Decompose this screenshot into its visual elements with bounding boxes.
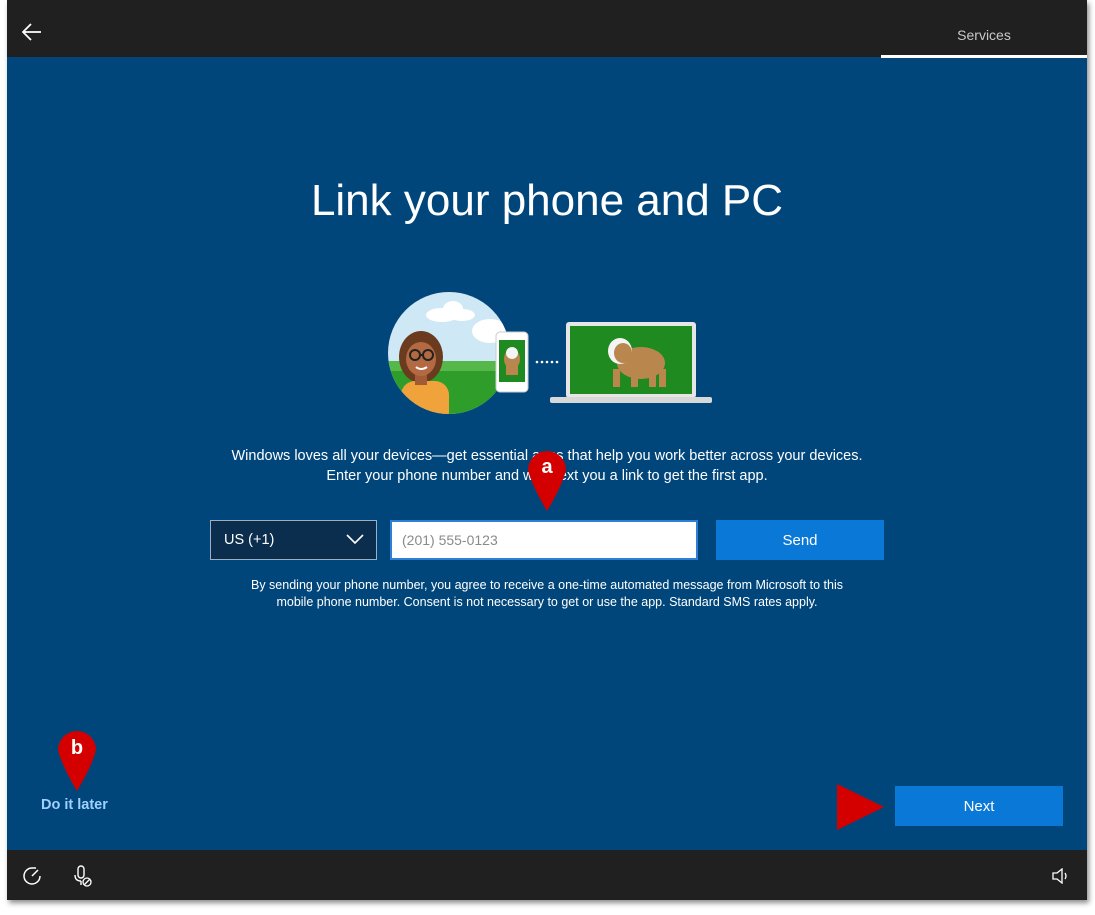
do-it-later-link[interactable]: Do it later	[41, 797, 108, 813]
bottom-bar	[7, 850, 1087, 900]
tab-underline	[881, 55, 1087, 58]
microphone-off-icon	[74, 865, 92, 887]
consent-text: By sending your phone number, you agree …	[7, 577, 1087, 611]
back-arrow-icon	[22, 23, 41, 41]
annotation-marker-b-label: b	[70, 737, 84, 759]
annotation-arrow	[837, 784, 884, 830]
send-button[interactable]: Send	[716, 520, 884, 560]
page-title: Link your phone and PC	[310, 176, 784, 225]
country-code-value: US (+1)	[224, 532, 275, 548]
top-bar: Services	[7, 0, 1087, 58]
annotation-marker-a-label: a	[541, 456, 553, 478]
chevron-down-icon	[346, 534, 364, 545]
consent-line-1: By sending your phone number, you agree …	[251, 578, 843, 592]
volume-button[interactable]	[1049, 864, 1073, 888]
phone-number-input[interactable]	[390, 520, 698, 560]
phone-pc-illustration	[388, 292, 712, 414]
ease-of-access-button[interactable]	[20, 864, 44, 888]
volume-icon	[1052, 868, 1067, 884]
tab-services[interactable]: Services	[881, 0, 1087, 57]
next-button[interactable]: Next	[895, 786, 1063, 826]
microphone-button[interactable]	[70, 864, 94, 888]
ease-of-access-icon	[23, 867, 41, 885]
back-button[interactable]	[17, 17, 47, 47]
country-code-select[interactable]: US (+1)	[210, 520, 377, 560]
consent-line-2: mobile phone number. Consent is not nece…	[276, 595, 818, 609]
